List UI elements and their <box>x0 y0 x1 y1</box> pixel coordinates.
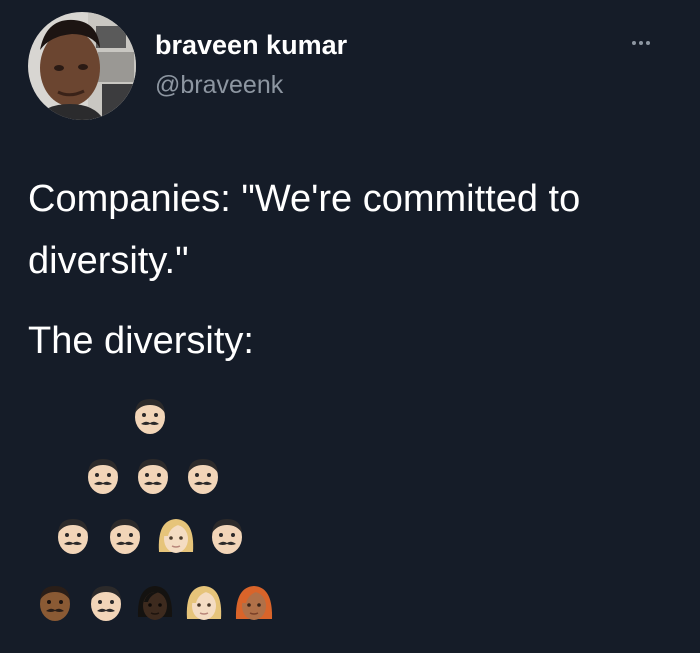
avatar-photo <box>28 12 136 120</box>
man-mustache-emoji <box>83 456 123 496</box>
author-handle[interactable]: @braveenk <box>155 71 283 100</box>
man-medium-dark-mustache-emoji <box>35 583 75 623</box>
man-mustache-emoji <box>133 456 173 496</box>
author-avatar[interactable] <box>28 12 136 120</box>
man-mustache-emoji <box>105 516 145 556</box>
more-options-button[interactable] <box>626 28 656 58</box>
woman-red-hair-emoji <box>234 583 274 623</box>
woman-blonde-emoji <box>156 516 196 556</box>
man-mustache-emoji <box>86 583 126 623</box>
more-horizontal-icon-dot <box>646 41 650 45</box>
man-mustache-emoji <box>207 516 247 556</box>
man-mustache-emoji <box>130 396 170 436</box>
man-mustache-emoji <box>183 456 223 496</box>
tweet-text-line2: The diversity: <box>28 320 254 362</box>
man-mustache-emoji <box>53 516 93 556</box>
more-horizontal-icon <box>632 41 636 45</box>
tweet-text-line1: Companies: "We're committed to diversity… <box>28 178 581 282</box>
woman-dark-skin-emoji <box>135 583 175 623</box>
tweet-card: braveen kumar @braveenk Companies: "We'r… <box>0 0 700 653</box>
more-horizontal-icon-dot <box>639 41 643 45</box>
woman-blonde-emoji <box>184 583 224 623</box>
author-display-name[interactable]: braveen kumar <box>155 30 347 61</box>
